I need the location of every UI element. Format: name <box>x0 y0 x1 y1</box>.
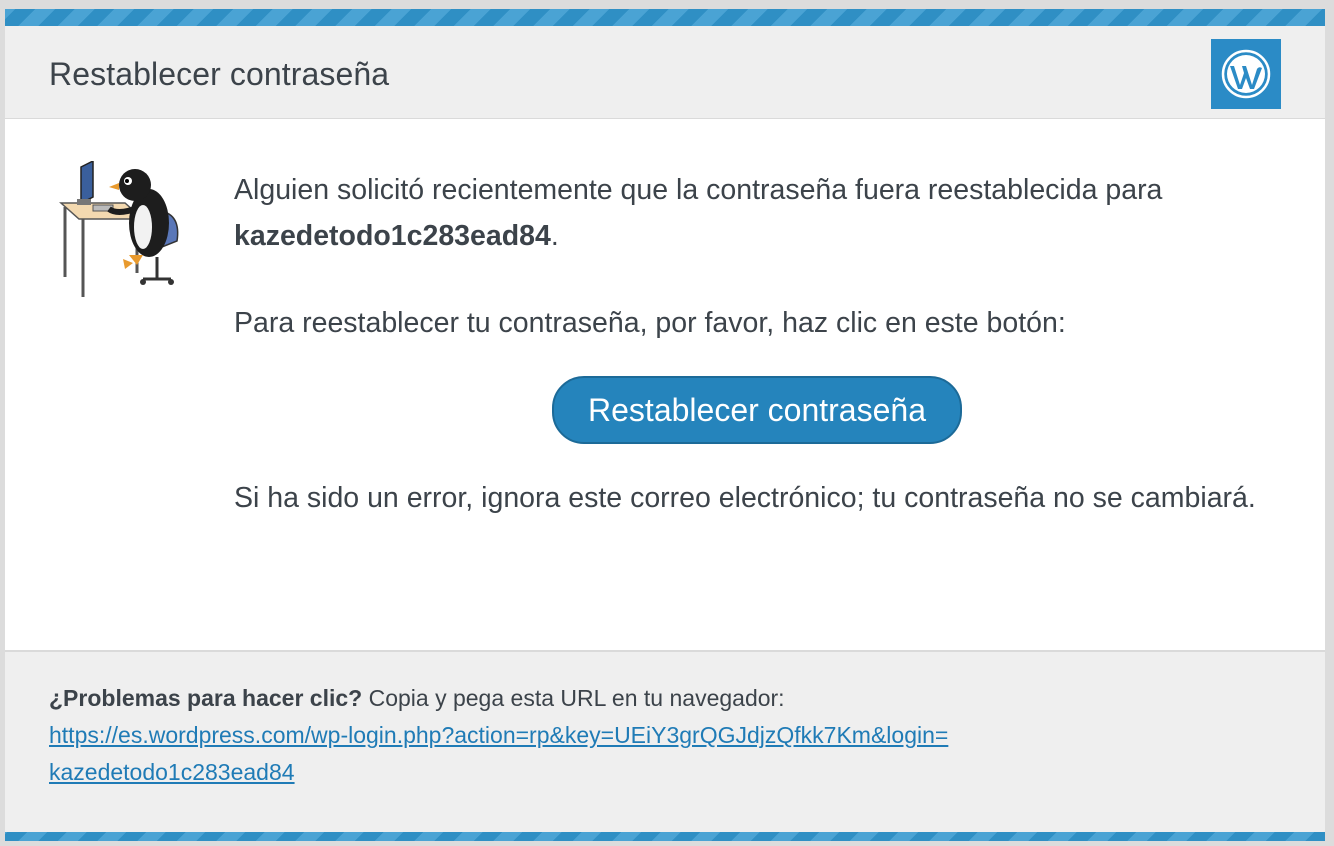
ignore-text: Si ha sido un error, ignora este correo … <box>234 482 1256 514</box>
reset-url-link[interactable]: https://es.wordpress.com/wp-login.php?ac… <box>49 717 1279 754</box>
top-accent-stripe <box>5 9 1325 26</box>
email-footer: ¿Problemas para hacer clic? Copia y pega… <box>5 650 1325 832</box>
reset-password-button[interactable]: Restablecer contraseña <box>552 376 962 444</box>
username: kazedetodo1c283ead84 <box>234 220 551 252</box>
email-content: Alguien solicitó recientemente que la co… <box>234 167 1274 521</box>
trouble-text: Copia y pega esta URL en tu navegador: <box>362 685 785 711</box>
instruction-text: Para reestablecer tu contraseña, por fav… <box>234 307 1066 339</box>
trouble-heading: ¿Problemas para hacer clic? <box>49 685 363 711</box>
intro-period: . <box>550 220 559 252</box>
penguin-at-computer-icon <box>53 159 183 301</box>
wordpress-logo-icon <box>1211 39 1281 109</box>
email-card: Restablecer contraseña Alguien solicitó … <box>5 9 1325 841</box>
email-body: Alguien solicitó recientemente que la co… <box>5 119 1325 650</box>
reset-url-link-continued[interactable]: kazedetodo1c283ead84 <box>49 754 1279 791</box>
footer-text: ¿Problemas para hacer clic? Copia y pega… <box>49 680 1279 791</box>
header-title: Restablecer contraseña <box>49 56 390 92</box>
button-wrapper: Restablecer contraseña <box>234 376 1280 444</box>
bottom-accent-stripe <box>5 832 1325 841</box>
intro-text: Alguien solicitó recientemente que la co… <box>234 174 1163 206</box>
intro-paragraph: Alguien solicitó recientemente que la co… <box>234 167 1274 259</box>
email-header: Restablecer contraseña <box>5 26 1325 119</box>
